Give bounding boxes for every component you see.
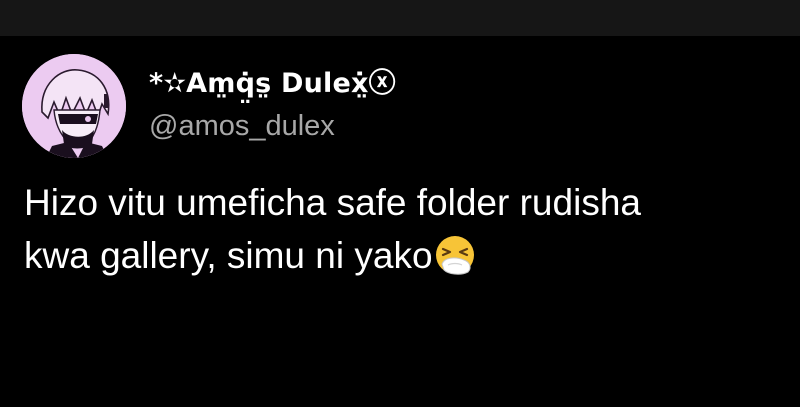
tweet-text-line-1: Hizo vitu umeficha safe folder rudisha — [24, 182, 641, 223]
tweet-text-line-2-content: kwa gallery, simu ni yako — [24, 235, 433, 276]
avatar[interactable] — [22, 54, 126, 158]
top-band — [0, 0, 800, 36]
anime-avatar-icon — [22, 54, 126, 158]
display-name-row[interactable]: *✫Am̤q̤̇s̤ Duleẋ̤ⓧ — [149, 60, 396, 100]
tweet-card: *✫Am̤q̤̇s̤ Duleẋ̤ⓧ @amos_dulex Hizo vitu… — [0, 36, 800, 407]
sneezing-face-icon — [435, 236, 474, 275]
tweet-text-line-2: kwa gallery, simu ni yako — [24, 229, 784, 282]
tweet-text: Hizo vitu umeficha safe folder rudisha k… — [24, 176, 784, 282]
user-handle[interactable]: @amos_dulex — [149, 110, 335, 143]
display-name[interactable]: *✫Am̤q̤̇s̤ Duleẋ̤ⓧ — [149, 61, 396, 100]
